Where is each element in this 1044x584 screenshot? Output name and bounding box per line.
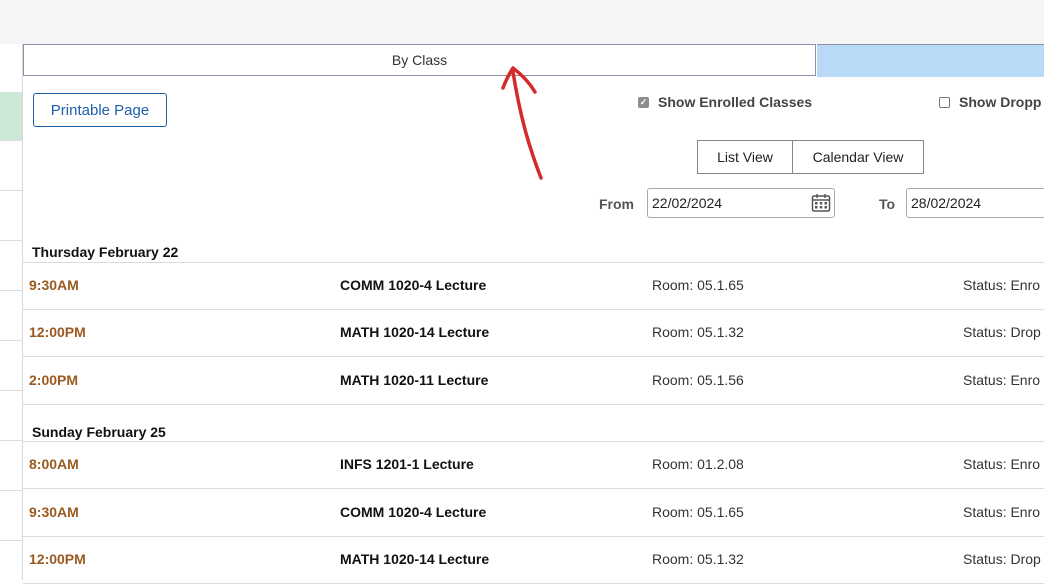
class-room: Room: 05.1.32 xyxy=(652,551,744,567)
class-room: Room: 05.1.65 xyxy=(652,277,744,293)
class-name: MATH 1020-14 Lecture xyxy=(340,324,490,340)
table-row: 8:00AM INFS 1201-1 Lecture Room: 01.2.08… xyxy=(23,442,1044,489)
list-view-button[interactable]: List View xyxy=(698,141,793,173)
class-status: Status: Enro xyxy=(963,372,1041,388)
class-status: Status: Enro xyxy=(963,504,1041,520)
calendar-view-label: Calendar View xyxy=(812,149,904,165)
class-status: Status: Drop xyxy=(963,324,1041,340)
class-time: 9:30AM xyxy=(29,277,79,293)
table-row: 9:30AM COMM 1020-4 Lecture Room: 05.1.65… xyxy=(23,263,1044,310)
day-header: Thursday February 22 xyxy=(32,244,179,260)
class-room: Room: 05.1.32 xyxy=(652,324,744,340)
left-rail-divider xyxy=(0,190,22,191)
to-date-value: 28/02/2024 xyxy=(911,195,982,211)
left-rail-divider xyxy=(0,540,22,541)
show-enrolled-checkbox[interactable]: ✓ Show Enrolled Classes xyxy=(638,94,812,110)
class-time: 9:30AM xyxy=(29,504,79,520)
tab-by-class[interactable]: By Class xyxy=(23,44,816,76)
from-date-value: 22/02/2024 xyxy=(652,195,723,211)
day-header: Sunday February 25 xyxy=(32,424,166,440)
left-rail xyxy=(0,44,23,580)
top-bar xyxy=(0,0,1044,44)
left-rail-active-marker xyxy=(0,92,22,140)
left-rail-divider xyxy=(0,240,22,241)
class-status: Status: Enro xyxy=(963,456,1041,472)
show-dropped-checkbox[interactable]: Show Dropp xyxy=(939,94,1041,110)
class-name: MATH 1020-11 Lecture xyxy=(340,372,489,388)
list-view-label: List View xyxy=(717,149,773,165)
class-room: Room: 05.1.65 xyxy=(652,504,744,520)
class-room: Room: 05.1.56 xyxy=(652,372,744,388)
left-rail-divider xyxy=(0,440,22,441)
calendar-view-button[interactable]: Calendar View xyxy=(793,141,923,173)
checkbox-unchecked-icon[interactable] xyxy=(939,96,950,108)
class-status: Status: Enro xyxy=(963,277,1041,293)
table-row: 12:00PM MATH 1020-14 Lecture Room: 05.1.… xyxy=(23,537,1044,584)
to-label: To xyxy=(879,196,896,212)
class-name: COMM 1020-4 Lecture xyxy=(340,504,487,520)
left-rail-divider xyxy=(0,390,22,391)
class-time: 2:00PM xyxy=(29,372,79,388)
class-name: COMM 1020-4 Lecture xyxy=(340,277,487,293)
tab-by-class-label: By Class xyxy=(391,52,448,68)
left-rail-divider xyxy=(0,140,22,141)
class-time: 12:00PM xyxy=(29,551,86,567)
left-rail-divider xyxy=(0,490,22,491)
printable-page-button[interactable]: Printable Page xyxy=(33,93,167,127)
class-time: 12:00PM xyxy=(29,324,86,340)
show-enrolled-label: Show Enrolled Classes xyxy=(658,94,813,110)
checkbox-checked-icon[interactable]: ✓ xyxy=(638,96,649,108)
view-toggle: List View Calendar View xyxy=(697,140,924,174)
from-label: From xyxy=(599,196,634,212)
red-arrow-annotation xyxy=(501,66,543,180)
from-date-input[interactable]: 22/02/2024 xyxy=(647,188,835,218)
table-row: 12:00PM MATH 1020-14 Lecture Room: 05.1.… xyxy=(23,310,1044,357)
class-room: Room: 01.2.08 xyxy=(652,456,744,472)
left-rail-divider xyxy=(0,340,22,341)
printable-page-label: Printable Page xyxy=(50,101,150,119)
tab-by-date[interactable] xyxy=(817,44,1044,77)
table-row: 9:30AM COMM 1020-4 Lecture Room: 05.1.65… xyxy=(23,490,1044,537)
left-rail-divider xyxy=(0,290,22,291)
show-dropped-label: Show Dropp xyxy=(959,94,1042,110)
class-name: MATH 1020-14 Lecture xyxy=(340,551,490,567)
calendar-icon[interactable] xyxy=(811,193,831,213)
table-row: 2:00PM MATH 1020-11 Lecture Room: 05.1.5… xyxy=(23,358,1044,405)
class-status: Status: Drop xyxy=(963,551,1041,567)
class-time: 8:00AM xyxy=(29,456,79,472)
class-name: INFS 1201-1 Lecture xyxy=(340,456,474,472)
to-date-input[interactable]: 28/02/2024 xyxy=(906,188,1044,218)
